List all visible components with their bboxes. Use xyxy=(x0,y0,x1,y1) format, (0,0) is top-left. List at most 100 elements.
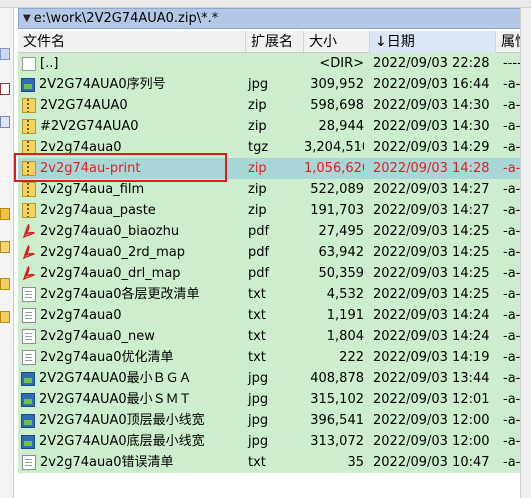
file-date: 2022/09/03 14:24 xyxy=(373,329,490,344)
file-ext: jpg xyxy=(248,392,269,407)
file-ext: txt xyxy=(248,308,266,323)
folder-icon[interactable] xyxy=(0,278,10,290)
file-size: 28,944 xyxy=(318,119,365,134)
file-name: #2V2G74AUA0 xyxy=(40,119,139,134)
gift-icon[interactable] xyxy=(0,208,10,220)
pdf-file-icon xyxy=(22,265,36,281)
file-name: 2V2G74AUA0底层最小线宽 xyxy=(39,434,205,449)
file-date: 2022/09/03 14:29 xyxy=(373,140,490,155)
file-ext: txt xyxy=(248,455,266,470)
file-date: 2022/09/03 10:47 xyxy=(373,455,490,470)
table-row[interactable]: 2v2g74aua0错误清单 txt 35 2022/09/03 10:47 -a-- xyxy=(18,452,531,473)
table-row[interactable]: 2v2g74au-print zip 1,056,626 2022/09/03 14:… xyxy=(18,158,531,179)
table-row[interactable]: 2V2G74AUA0最小ＢＧＡ jpg 408,878 2022/09/03 13:4… xyxy=(18,368,531,389)
file-date: 2022/09/03 14:25 xyxy=(373,224,490,239)
star-folder-icon[interactable] xyxy=(0,241,10,253)
file-name-cell: 2v2g74aua0 xyxy=(21,137,249,158)
copy-icon[interactable] xyxy=(0,116,10,128)
zip-file-icon xyxy=(22,98,36,113)
column-header-ext[interactable]: 扩展名 xyxy=(246,31,304,53)
file-size: 1,191 xyxy=(326,308,364,323)
file-name: 2v2g74aua0_2rd_map xyxy=(40,245,185,260)
file-ext: pdf xyxy=(248,224,270,239)
table-row[interactable]: 2v2g74aua0_2rd_map pdf 63,942 2022/09/03 14… xyxy=(18,242,531,263)
file-ext: zip xyxy=(248,203,267,218)
file-date: 2022/09/03 14:25 xyxy=(373,287,490,302)
table-row[interactable]: 2V2G74AUA0序列号 jpg 309,952 2022/09/03 16:44-… xyxy=(18,74,531,95)
table-row[interactable]: 2V2G74AUA0顶层最小线宽 jpg 396,541 2022/09/03 12:… xyxy=(18,410,531,431)
file-name: 2V2G74AUA0最小ＢＧＡ xyxy=(39,371,192,386)
file-date: 2022/09/03 14:30 xyxy=(373,98,490,113)
file-ext: jpg xyxy=(248,413,269,428)
column-header-date[interactable]: ↓日期 xyxy=(370,31,496,53)
file-name: 2v2g74aua0优化清单 xyxy=(40,350,174,365)
file-name-cell: 2v2g74aua0各层更改清单 xyxy=(21,284,249,305)
file-name-cell: 2v2g74aua0_new xyxy=(21,326,249,347)
file-date: 2022/09/03 14:28 xyxy=(373,161,490,176)
file-ext: jpg xyxy=(248,77,269,92)
drive-dropdown-icon[interactable]: ▼ xyxy=(23,13,31,24)
table-row[interactable]: 2v2g74aua_film zip 522,089 2022/09/03 14:27… xyxy=(18,179,531,200)
file-size: 27,495 xyxy=(318,224,365,239)
file-name: 2v2g74aua_paste xyxy=(40,203,156,218)
file-date: 2022/09/03 14:24 xyxy=(373,308,490,323)
table-row[interactable]: 2v2g74aua0 txt 1,191 2022/09/03 14:24 -a-- xyxy=(18,305,531,326)
zip-file-icon xyxy=(22,203,36,218)
file-name: 2V2G74AUA0序列号 xyxy=(39,77,166,92)
zip-file-icon xyxy=(22,140,36,155)
vertical-scrollbar[interactable] xyxy=(520,8,531,498)
table-row[interactable]: 2V2G74AUA0底层最小线宽 jpg 313,072 2022/09/03 12:… xyxy=(18,431,531,452)
file-size: 191,703 xyxy=(310,203,364,218)
file-name: 2v2g74aua0 xyxy=(40,140,122,155)
table-row[interactable]: #2V2G74AUA0 zip 28,944 2022/09/03 14:30 -a-- xyxy=(18,116,531,137)
file-name: 2v2g74aua0_drl_map xyxy=(40,266,181,281)
image-file-icon xyxy=(21,434,35,449)
file-size: 313,072 xyxy=(310,434,364,449)
file-size: 309,952 xyxy=(310,77,364,92)
table-row[interactable]: 2v2g74aua0 tgz 3,204,510 2022/09/03 14:29 -a… xyxy=(18,137,531,158)
file-date: 2022/09/03 14:25 xyxy=(373,266,490,281)
file-name: 2V2G74AUA0 xyxy=(40,98,128,113)
table-row[interactable]: 2v2g74aua0各层更改清单 txt 4,532 2022/09/03 14:25… xyxy=(18,284,531,305)
pdf-file-icon xyxy=(22,223,36,239)
table-row[interactable]: 2v2g74aua0_new txt 1,804 2022/09/03 14:24 -a… xyxy=(18,326,531,347)
table-row[interactable]: [..] <DIR> 2022/09/03 22:28 ---- xyxy=(18,53,531,74)
column-header-name[interactable]: 文件名 xyxy=(18,31,246,53)
file-size: 522,089 xyxy=(310,182,364,197)
column-header: 文件名 扩展名 大小 ↓日期 属性 xyxy=(18,31,531,53)
file-date: 2022/09/03 14:27 xyxy=(373,203,490,218)
file-name-cell: 2V2G74AUA0最小ＳＭＴ xyxy=(21,389,249,410)
zip-file-icon xyxy=(22,161,36,176)
file-name-cell: 2v2g74aua_film xyxy=(21,179,249,200)
folder-icon[interactable] xyxy=(0,311,10,323)
file-name: 2v2g74au-print xyxy=(40,161,141,176)
table-row[interactable]: 2v2g74aua0_drl_map pdf 50,359 2022/09/03 14… xyxy=(18,263,531,284)
file-ext: txt xyxy=(248,350,266,365)
text-file-icon xyxy=(22,455,36,470)
table-row[interactable]: 2v2g74aua_paste zip 191,703 2022/09/03 14:2… xyxy=(18,200,531,221)
path-bar[interactable]: ▼ e:\work\2V2G74AUA0.zip\*.* xyxy=(18,8,527,29)
search-icon[interactable] xyxy=(0,83,10,95)
table-row[interactable]: 2v2g74aua0_biaozhu pdf 27,495 2022/09/03 14… xyxy=(18,221,531,242)
file-size: 222 xyxy=(339,350,364,365)
column-header-size[interactable]: 大小 xyxy=(304,31,370,53)
file-date: 2022/09/03 14:30 xyxy=(373,119,490,134)
pdf-file-icon xyxy=(22,244,36,260)
table-row[interactable]: 2V2G74AUA0最小ＳＭＴ jpg 315,102 2022/09/03 12:0… xyxy=(18,389,531,410)
file-name: [..] xyxy=(40,56,59,71)
file-date: 2022/09/03 16:44 xyxy=(373,77,490,92)
file-name-cell: 2v2g74aua0 xyxy=(21,305,249,326)
file-date: 2022/09/03 12:01 xyxy=(373,392,490,407)
file-size: 50,359 xyxy=(318,266,365,281)
file-size: 4,532 xyxy=(326,287,364,302)
table-row[interactable]: 2V2G74AUA0 zip 598,698 2022/09/03 14:30 -a-- xyxy=(18,95,531,116)
file-ext: tgz xyxy=(248,140,269,155)
page-icon[interactable] xyxy=(0,48,10,60)
file-ext: txt xyxy=(248,287,266,302)
table-row[interactable]: 2v2g74aua0优化清单 txt 222 2022/09/03 14:19 -a-- xyxy=(18,347,531,368)
zip-file-icon xyxy=(22,119,36,134)
file-name: 2v2g74aua0_biaozhu xyxy=(40,224,180,239)
file-name-cell: 2V2G74AUA0顶层最小线宽 xyxy=(21,410,249,431)
file-name-cell: 2v2g74aua_paste xyxy=(21,200,249,221)
file-name-cell: 2v2g74aua0错误清单 xyxy=(21,452,249,473)
